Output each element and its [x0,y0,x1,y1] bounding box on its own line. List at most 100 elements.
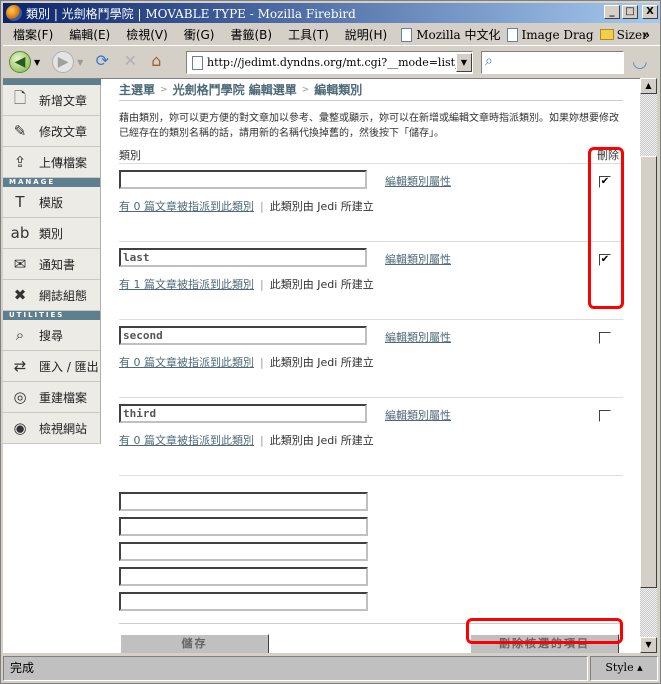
menu-help[interactable]: 說明(H) [337,26,395,43]
upload-folder-icon: ⇪ [13,153,27,171]
minimize-button[interactable]: _ [604,5,620,19]
breadcrumb-main-menu[interactable]: 主選單 [119,81,155,98]
sidebar-item[interactable]: ⌕ 搜尋 [3,320,101,351]
column-delete: 刪除 [597,148,619,162]
vertical-scrollbar[interactable]: ▲ ▼ [640,78,657,653]
menu-file[interactable]: 檔案(F) [3,26,61,43]
back-button[interactable]: ◀ [9,51,31,73]
save-button[interactable]: 儲存 [120,634,269,653]
back-history-dropdown-icon[interactable]: ▼ [34,58,40,67]
menu-view[interactable]: 檢視(V) [118,26,176,43]
firebird-app-icon [6,5,22,21]
scroll-thumb[interactable] [640,156,657,588]
forward-button[interactable]: ▶ [52,51,75,73]
scroll-down-icon[interactable]: ▼ [640,637,657,653]
edit-category-properties-link[interactable]: 編輯類別屬性 [385,173,451,189]
created-by-text: 此類別由 Jedi 所建立 [269,356,374,369]
breadcrumb-separator: > [160,84,168,95]
sidebar-item-label: 匯入 / 匯出 [39,359,99,374]
category-meta: 有 0 篇文章被指派到此類別 | 此類別由 Jedi 所建立 [119,354,374,370]
new-category-input[interactable] [119,567,368,586]
sidebar-item[interactable]: ◎ 重建檔案 [3,382,101,413]
assigned-entries-link[interactable]: 有 0 篇文章被指派到此類別 [119,356,254,369]
delete-checked-button[interactable]: 刪除核選的項目 [470,634,619,653]
title-bar: 類別 | 光劍格鬥學院 | MOVABLE TYPE - Mozilla Fir… [3,3,660,23]
menu-tools[interactable]: 工具(T) [280,26,337,43]
category-meta: 有 1 篇文章被指派到此類別 | 此類別由 Jedi 所建立 [119,276,374,292]
created-by-text: 此類別由 Jedi 所建立 [269,200,374,213]
reload-icon[interactable]: ⟳ [91,51,113,73]
column-category: 類別 [119,148,141,162]
assigned-entries-link[interactable]: 有 1 篇文章被指派到此類別 [119,278,254,291]
breadcrumb-current: 編輯類別 [314,83,363,97]
browser-window: 類別 | 光劍格鬥學院 | MOVABLE TYPE - Mozilla Fir… [0,0,661,684]
edit-category-properties-link[interactable]: 編輯類別屬性 [385,407,451,423]
new-category-input[interactable] [119,492,368,511]
sidebar-item-label: 模版 [39,195,64,210]
bookmark-mozilla-zh[interactable]: Mozilla 中文化 [401,26,501,43]
more-bookmarks-chevron-icon[interactable]: » [642,28,650,42]
sidebar-item[interactable]: ⇪ 上傳檔案 [3,147,101,178]
menu-edit[interactable]: 編輯(E) [61,26,118,43]
forward-history-dropdown-icon[interactable]: ▼ [77,58,83,67]
sidebar-item[interactable]: ✖ 網誌組態 [3,280,101,311]
category-name-input[interactable] [119,326,367,345]
search-box[interactable]: ⌕ [481,51,624,74]
meta-divider: | [260,434,264,447]
new-category-input[interactable] [119,517,368,536]
maximize-button[interactable]: □ [622,5,638,19]
sidebar-item[interactable]: ◉ 檢視網站 [3,413,101,444]
url-text[interactable]: http://jedimt.dyndns.org/mt.cgi?__mode=l… [207,56,456,69]
assigned-entries-link[interactable]: 有 0 篇文章被指派到此類別 [119,200,254,213]
delete-checkbox[interactable]: ✔ [599,176,611,188]
sidebar-item[interactable]: 🗋 新增文章 [3,85,101,116]
edit-category-properties-link[interactable]: 編輯類別屬性 [385,251,451,267]
sidebar-item[interactable]: ab 類別 [3,218,101,249]
meta-divider: | [260,356,264,369]
bookmark-sizer[interactable]: Sizer [599,28,648,42]
sidebar-item[interactable]: ✉ 通知書 [3,249,101,280]
menu-bookmarks[interactable]: 書籤(B) [222,26,280,43]
breadcrumb-blog-menu[interactable]: 光劍格鬥學院 編輯選單 [173,81,297,98]
sidebar-item-label: 重建檔案 [39,390,88,405]
category-name-input[interactable] [119,404,367,423]
style-switcher[interactable]: Style ▴ [590,656,658,681]
url-bar[interactable]: http://jedimt.dyndns.org/mt.cgi?__mode=l… [186,51,473,74]
action-buttons: 儲存 刪除核選的項目 [119,624,623,653]
scroll-up-icon[interactable]: ▲ [640,78,657,94]
category-name-input[interactable] [119,248,367,267]
sidebar-item[interactable]: ✎ 修改文章 [3,116,101,147]
new-category-input[interactable] [119,542,368,561]
template-icon: T [15,193,25,211]
delete-checkbox[interactable] [599,410,611,422]
rebuild-target-icon: ◎ [13,388,27,406]
home-icon[interactable]: ⌂ [145,51,167,73]
navigation-toolbar: ◀ ▼ ▶ ▼ ⟳ ✕ ⌂ http://jedimt.dyndns.org/m… [3,47,660,77]
meta-divider: | [260,278,264,291]
throbber-logo-icon: ◡ [632,51,648,72]
stop-icon[interactable]: ✕ [119,51,141,73]
sidebar-item-label: 新增文章 [39,93,88,108]
category-name-input[interactable] [119,170,367,189]
window-title: 類別 | 光劍格鬥學院 | MOVABLE TYPE - Mozilla Fir… [26,6,356,21]
status-bar: 完成 Style ▴ [3,656,658,681]
edit-category-properties-link[interactable]: 編輯類別屬性 [385,329,451,345]
breadcrumb: 主選單 > 光劍格鬥學院 編輯選單 > 編輯類別 [119,79,623,101]
bookmark-image-drag[interactable]: Image Drag [506,27,594,42]
close-button[interactable]: X [642,5,658,19]
category-row: 編輯類別屬性 有 1 篇文章被指派到此類別 | 此類別由 Jedi 所建立 ✔ [119,242,623,320]
view-site-eye-icon: ◉ [13,419,27,437]
menu-go[interactable]: 衝(G) [176,26,223,43]
breadcrumb-separator: > [301,84,310,95]
new-category-input[interactable] [119,592,368,611]
assigned-entries-link[interactable]: 有 0 篇文章被指派到此類別 [119,434,254,447]
sidebar-item[interactable]: T 模版 [3,187,101,218]
delete-checkbox[interactable]: ✔ [599,254,611,266]
magnifier-icon: ⌕ [485,53,493,69]
sidebar-item[interactable]: ⇄ 匯入 / 匯出 [3,351,101,382]
url-dropdown-icon[interactable]: ▼ [456,53,472,72]
category-meta: 有 0 篇文章被指派到此類別 | 此類別由 Jedi 所建立 [119,432,374,448]
search-icon: ⌕ [15,326,25,344]
delete-checkbox[interactable] [599,332,611,344]
sidebar-item-label: 修改文章 [39,124,88,139]
